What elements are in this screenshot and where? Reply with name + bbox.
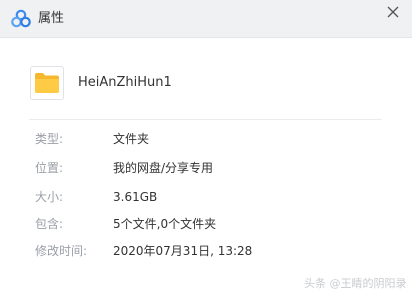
close-icon — [387, 6, 399, 18]
cloud-logo-icon — [11, 9, 31, 29]
divider — [29, 119, 382, 120]
location-label: 位置: — [35, 161, 64, 175]
size-value: 3.61GB — [113, 190, 158, 204]
type-label: 类型: — [35, 132, 64, 146]
location-value: 我的网盘/分享专用 — [113, 161, 214, 175]
size-label: 大小: — [35, 190, 64, 204]
dialog-content: HeiAnZhiHun1 类型: 文件夹 位置: 我的网盘/分享专用 大小: 3… — [0, 38, 412, 298]
contains-label: 包含: — [35, 217, 64, 231]
folder-icon — [35, 73, 59, 93]
file-thumbnail — [30, 66, 64, 100]
watermark: 头条 @王睛的阴阳录 — [304, 277, 407, 290]
dialog-title: 属性 — [38, 11, 65, 26]
properties-dialog: 属性 HeiAnZhiHun1 类型: 文件夹 位置: 我的网盘/分享专用 大小… — [0, 0, 412, 298]
title-bar: 属性 — [0, 0, 412, 38]
modified-time-value: 2020年07月31日, 13:28 — [113, 244, 253, 258]
type-value: 文件夹 — [113, 132, 150, 146]
close-button[interactable] — [384, 3, 402, 21]
modified-time-label: 修改时间: — [35, 244, 88, 258]
contains-value: 5个文件,0个文件夹 — [113, 217, 217, 231]
file-name: HeiAnZhiHun1 — [78, 75, 172, 90]
